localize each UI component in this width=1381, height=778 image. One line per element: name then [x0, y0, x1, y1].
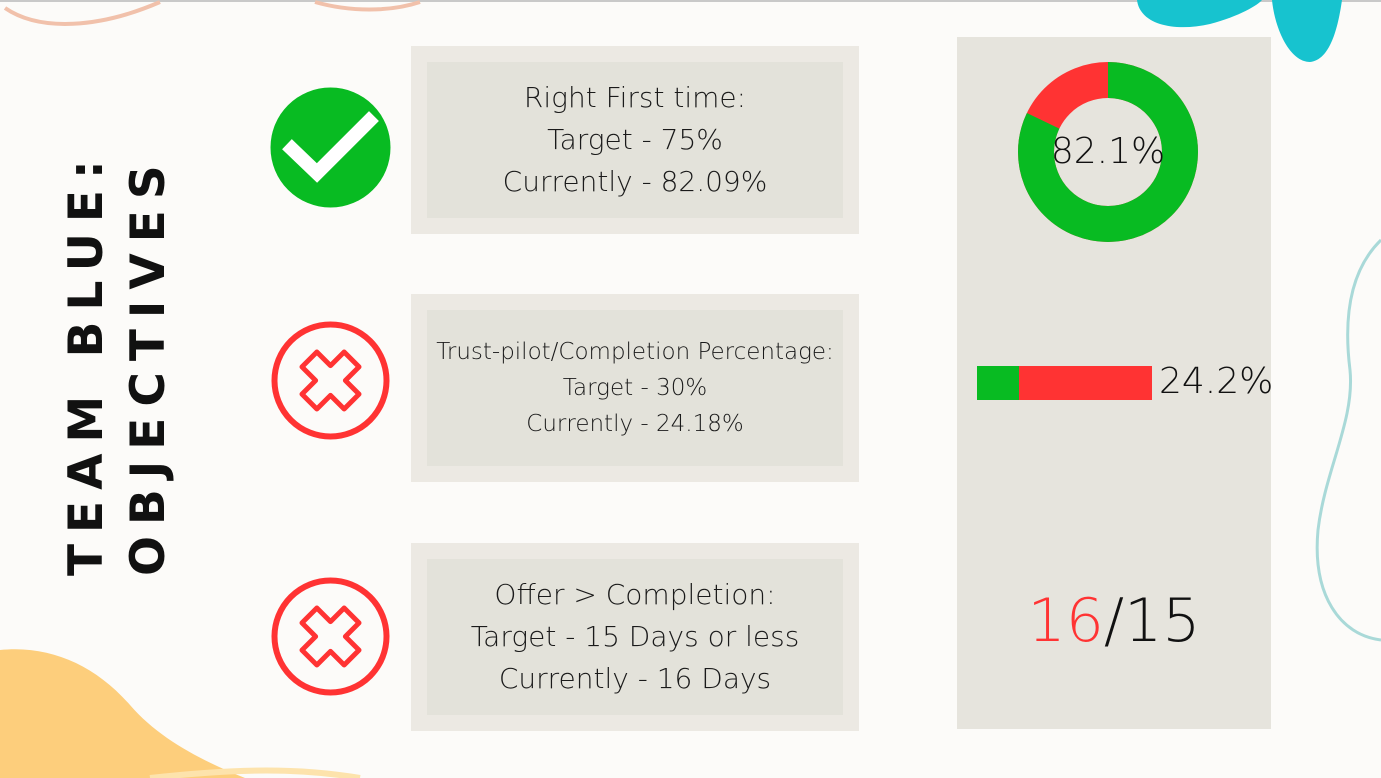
progress-bar-fill — [977, 366, 1020, 400]
title-line-1: TEAM BLUE: — [59, 149, 114, 576]
decor-orange-line-mid — [314, 0, 421, 12]
objective-card-body: Trust-pilot/Completion Percentage: Targe… — [427, 310, 843, 466]
objective-target: Target - 30% — [562, 375, 708, 401]
objective-target: Target - 75% — [547, 123, 723, 156]
days-current: 16 — [1027, 586, 1104, 656]
objective-heading: Offer > Completion: — [494, 578, 776, 611]
days-separator: / — [1103, 586, 1125, 656]
decor-teal-blob-small — [1272, 0, 1342, 62]
objective-card-body: Right First time: Target - 75% Currently… — [427, 62, 843, 218]
trustpilot-progress-bar — [977, 366, 1152, 400]
x-circle-icon — [271, 577, 390, 696]
decor-teal-blob — [1137, 0, 1262, 28]
progress-bar-label: 24.2% — [1159, 361, 1274, 402]
donut-value-label: 82.1% — [1050, 131, 1166, 172]
title-line-2: OBJECTIVES — [121, 154, 176, 576]
objective-heading: Trust-pilot/Completion Percentage: — [436, 339, 834, 365]
objective-current: Currently - 82.09% — [502, 165, 768, 198]
title-block: TEAM BLUE: OBJECTIVES — [56, 149, 180, 576]
check-circle-icon — [270, 87, 391, 208]
objective-card-trustpilot: Trust-pilot/Completion Percentage: Targe… — [411, 294, 859, 482]
decor-yellow-blob — [0, 649, 245, 778]
days-readout: 16/15 — [957, 585, 1271, 657]
objective-target: Target - 15 Days or less — [470, 620, 800, 653]
x-circle-icon — [271, 321, 390, 440]
decor-teal-curve — [1315, 238, 1381, 642]
days-target: 15 — [1124, 586, 1201, 656]
objective-card-body: Offer > Completion: Target - 15 Days or … — [427, 559, 843, 715]
objective-current: Currently - 16 Days — [498, 662, 772, 695]
objective-card-offer-completion: Offer > Completion: Target - 15 Days or … — [411, 543, 859, 731]
objective-heading: Right First time: — [523, 81, 747, 114]
decor-orange-line-left — [3, 0, 161, 26]
objective-card-right-first-time: Right First time: Target - 75% Currently… — [411, 46, 859, 234]
objective-current: Currently - 24.18% — [526, 411, 744, 437]
